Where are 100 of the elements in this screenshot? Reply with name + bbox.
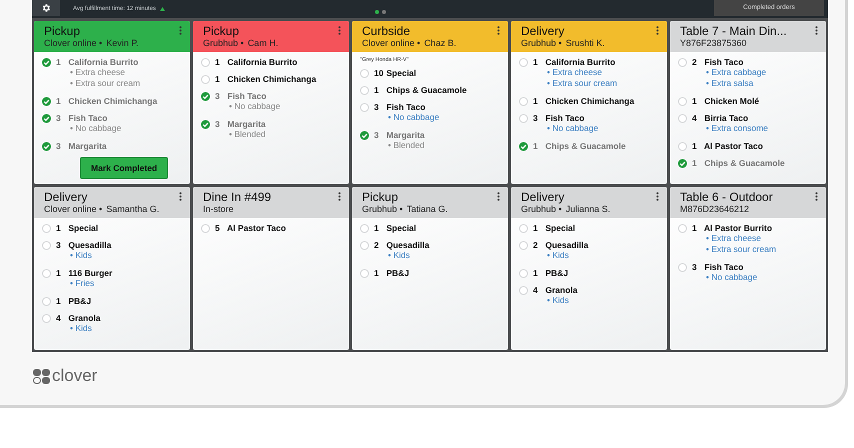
trend-up-icon [160, 7, 165, 11]
more-icon[interactable] [338, 26, 341, 35]
checkbox-icon[interactable] [42, 269, 51, 278]
ticket-title: Curbside [362, 24, 412, 38]
ticket-card[interactable]: Table 7 - Main Din... Y876F23875360 2 Fish Taco • Extra cabbage • Extra salsa 1 Chicken Molé 4 Birria Taco • Extra consome 1 Al Pastor Taco 1 Chips & Guacamole [670, 21, 826, 184]
checkbox-icon[interactable] [519, 241, 528, 250]
ticket-title: Delivery [521, 24, 566, 38]
item-modifier: • Extra cabbage [706, 67, 766, 78]
customer-name: Tatiana G. [406, 204, 448, 214]
item-name: 1 Chicken Molé [692, 96, 760, 106]
clover-logo-icon [33, 368, 50, 384]
check-icon[interactable] [42, 142, 51, 151]
more-icon[interactable] [656, 26, 659, 35]
checkbox-icon[interactable] [201, 224, 210, 233]
item-name: 3 Margarita [215, 119, 266, 129]
ticket-title: Pickup [362, 190, 400, 204]
checkbox-icon[interactable] [519, 269, 528, 278]
checkbox-icon[interactable] [360, 269, 369, 278]
checkbox-icon[interactable] [42, 297, 51, 306]
more-icon[interactable] [656, 192, 659, 201]
ticket-card[interactable]: Dine In #499 In-store 5 Al Pastor Taco [193, 187, 349, 350]
customer-name: Srushti K. [566, 38, 605, 48]
item-name: 1 Chicken Chimichanga [56, 96, 158, 106]
item-name: 1 Al Pastor Taco [692, 141, 763, 151]
item-modifier: • Extra sour cream [70, 78, 140, 89]
item-name: 3 Fish Taco [374, 102, 426, 112]
more-icon[interactable] [815, 192, 818, 201]
item-name: 3 Fish Taco [533, 113, 586, 123]
item-modifier: • Extra cheese [547, 67, 603, 78]
item-name: 1 116 Burger [56, 268, 112, 278]
more-icon[interactable] [179, 26, 182, 35]
item-modifier: • Extra consome [706, 123, 768, 134]
item-name: 3 Fish Taco [56, 113, 108, 123]
checkbox-icon[interactable] [360, 69, 369, 78]
checkbox-icon[interactable] [42, 224, 51, 233]
more-icon[interactable] [497, 192, 500, 201]
ticket-card[interactable]: Delivery Grubhub • Julianna S. 1 Special 2 Quesadilla • Kids 1 PB&J 4 Granola • Kids [511, 187, 667, 350]
check-icon[interactable] [678, 159, 687, 168]
checkbox-icon[interactable] [42, 314, 51, 323]
settings-button[interactable] [32, 0, 60, 16]
check-icon[interactable] [201, 120, 210, 129]
order-source: Clover online • [362, 38, 420, 48]
checkbox-icon[interactable] [678, 58, 687, 67]
order-source: Clover online • [44, 204, 102, 214]
checkbox-icon[interactable] [360, 224, 369, 233]
checkbox-icon[interactable] [360, 241, 369, 250]
mark-completed-button[interactable]: Mark Completed [80, 157, 168, 179]
item-modifier: • Extra salsa [706, 78, 754, 89]
order-source: Clover online • [44, 38, 102, 48]
page-dot[interactable] [382, 10, 386, 14]
checkbox-icon[interactable] [519, 286, 528, 295]
check-icon[interactable] [201, 92, 210, 101]
item-modifier: • Kids [547, 250, 570, 261]
item-name: 1 Special [374, 223, 416, 233]
checkbox-icon[interactable] [678, 224, 687, 233]
check-icon[interactable] [42, 97, 51, 106]
checkbox-icon[interactable] [519, 58, 528, 67]
checkbox-icon[interactable] [678, 142, 687, 151]
item-name: 1 PB&J [56, 296, 92, 306]
checkbox-icon[interactable] [201, 58, 210, 67]
ticket-title: Table 7 - Main Din... [680, 24, 787, 38]
ticket-card[interactable]: Pickup Clover online • Kevin P. 1 California Burrito • Extra cheese • Extra sour cream 1 Chicken Chimichanga 3 Fish Taco • No cabbage 3 Margarita Mark Completed [34, 21, 190, 184]
ticket-card[interactable]: Delivery Clover online • Samantha G. 1 Special 3 Quesadilla • Kids 1 116 Burger • Fries 1 PB&J 4 Granola • Kids [34, 187, 190, 350]
order-source: Y876F23875360 [680, 38, 747, 48]
item-modifier: • Extra cheese [706, 233, 762, 244]
checkbox-icon[interactable] [678, 263, 687, 272]
item-modifier: • No cabbage [229, 101, 280, 112]
checkbox-icon[interactable] [360, 86, 369, 95]
check-icon[interactable] [360, 131, 369, 140]
page-dot[interactable] [374, 10, 379, 14]
item-name: 4 Granola [56, 313, 100, 323]
order-source: Grubhub • [203, 38, 244, 48]
checkbox-icon[interactable] [519, 114, 528, 123]
ticket-card[interactable]: Pickup Grubhub • Tatiana G. 1 Special 2 Quesadilla • Kids 1 PB&J [352, 187, 508, 350]
checkbox-icon[interactable] [201, 75, 210, 84]
checkbox-icon[interactable] [678, 97, 687, 106]
ticket-title: Pickup [44, 24, 82, 38]
item-name: 1 PB&J [533, 268, 568, 278]
order-source: Grubhub • [521, 38, 562, 48]
more-icon[interactable] [179, 192, 182, 201]
item-name: 1 California Burrito [533, 57, 616, 67]
checkbox-icon[interactable] [42, 241, 51, 250]
order-source: Grubhub • [362, 204, 403, 214]
more-icon[interactable] [497, 26, 500, 35]
check-icon[interactable] [519, 142, 528, 151]
check-icon[interactable] [42, 114, 51, 123]
brand-name: clover [52, 366, 98, 386]
checkbox-icon[interactable] [678, 114, 687, 123]
ticket-card[interactable]: Table 6 - Outdoor M876D23646212 1 Al Pastor Burrito • Extra cheese • Extra sour cream 3 Fish Taco • No cabbage [670, 187, 826, 350]
item-modifier: • Kids [388, 250, 411, 261]
ticket-card[interactable]: Pickup Grubhub • Cam H. 1 California Burrito 1 Chicken Chimichanga 3 Fish Taco • No cabbage 3 Margarita • Blended [193, 21, 349, 184]
checkbox-icon[interactable] [519, 97, 528, 106]
item-modifier: • Kids [70, 250, 93, 261]
check-icon[interactable] [42, 58, 51, 67]
item-modifier: • Extra sour cream [547, 78, 618, 89]
more-icon[interactable] [338, 192, 341, 201]
ticket-card[interactable]: Delivery Grubhub • Srushti K. 1 California Burrito • Extra cheese • Extra sour cream 1 Chicken Chimichanga 3 Fish Taco • No cabbage 1 Chips & Guacamole [511, 21, 667, 184]
more-icon[interactable] [815, 26, 818, 35]
checkbox-icon[interactable] [360, 103, 369, 112]
checkbox-icon[interactable] [519, 224, 528, 233]
